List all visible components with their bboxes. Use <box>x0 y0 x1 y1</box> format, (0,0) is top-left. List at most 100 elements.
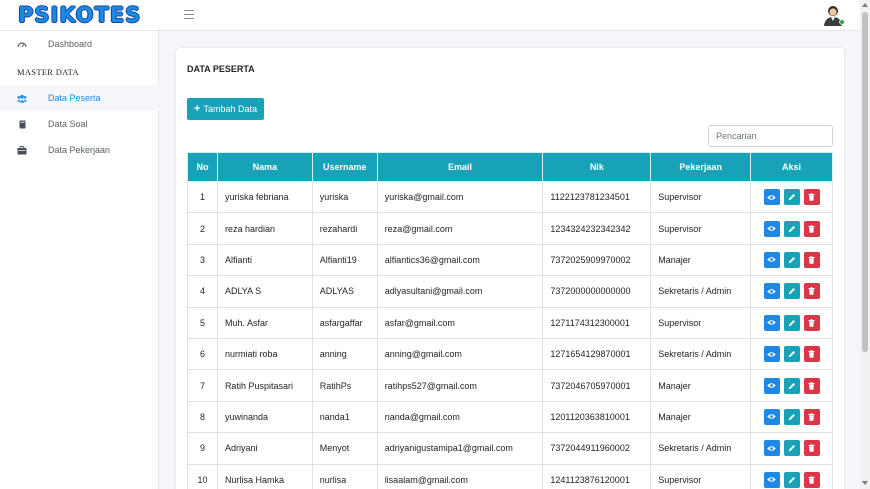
view-button[interactable] <box>763 440 780 457</box>
pencil-icon <box>788 193 796 201</box>
cell-nik: 7372025909970002 <box>542 243 652 277</box>
table-row[interactable]: 7 Ratih Puspitasari RatihPs ratihps527@gmai… <box>187 369 833 402</box>
scroll-down-icon[interactable] <box>862 481 868 485</box>
add-data-button[interactable]: + Tambah Data <box>187 98 264 120</box>
table-row[interactable]: 3 Alfianti Alfianti19 alfiantics36@gmail.co… <box>187 243 833 277</box>
column-header-no[interactable]: No <box>187 152 218 182</box>
pencil-icon <box>788 225 796 233</box>
cell-username: rezahardi <box>311 212 378 245</box>
table-row[interactable]: 2 reza hardian rezahardi reza@gmail.com 1234… <box>187 212 833 245</box>
sidebar-section-header: MASTER DATA <box>17 67 79 77</box>
sidebar-item-data-peserta[interactable]: Data Peserta <box>0 85 159 111</box>
delete-button[interactable] <box>803 440 820 457</box>
table-row[interactable]: 5 Muh. Asfar asfargaffar asfar@gmail.com 127… <box>187 306 833 339</box>
column-header-username[interactable]: Username <box>311 152 378 182</box>
delete-button[interactable] <box>803 283 820 300</box>
cell-pekerjaan: Manajer <box>650 369 752 402</box>
cell-nik: 7372044911960002 <box>542 432 652 465</box>
cell-email: anning@gmail.com <box>376 337 544 371</box>
brand-logo[interactable]: PSIKOTES <box>18 3 141 27</box>
edit-button[interactable] <box>783 408 800 425</box>
cell-pekerjaan: Sekretaris / Admin <box>650 275 752 308</box>
delete-button[interactable] <box>803 346 820 363</box>
delete-button[interactable] <box>803 408 820 425</box>
scroll-up-icon[interactable] <box>862 3 868 7</box>
table-row[interactable]: 9 Adriyani Menyot adriyanigustamipa1@gmail.… <box>187 432 833 465</box>
column-header-nama[interactable]: Nama <box>216 152 313 182</box>
delete-button[interactable] <box>803 251 820 268</box>
view-button[interactable] <box>763 408 780 425</box>
cell-aksi <box>750 337 833 371</box>
trash-icon <box>808 193 815 201</box>
cell-username: ADLYAS <box>311 275 378 308</box>
trash-icon <box>808 381 815 390</box>
cell-email: nanda@gmail.com <box>376 400 544 434</box>
action-buttons <box>758 377 825 394</box>
view-button[interactable] <box>763 471 780 488</box>
users-icon <box>17 93 27 103</box>
delete-button[interactable] <box>803 220 820 237</box>
page-scrollbar[interactable] <box>860 0 870 489</box>
view-button[interactable] <box>763 283 780 300</box>
cell-no: 10 <box>187 463 218 489</box>
action-buttons <box>758 251 825 268</box>
cell-pekerjaan: Manajer <box>650 243 752 277</box>
delete-button[interactable] <box>803 314 820 331</box>
view-button[interactable] <box>763 189 780 206</box>
sidebar-item-data-soal[interactable]: Data Soal <box>0 111 159 137</box>
sidebar-item-data-pekerjaan[interactable]: Data Pekerjaan <box>0 137 159 163</box>
delete-button[interactable] <box>803 471 820 488</box>
cell-username: nurlisa <box>311 463 378 489</box>
cell-pekerjaan: Supervisor <box>650 180 752 214</box>
delete-button[interactable] <box>803 377 820 394</box>
cell-pekerjaan: Sekretaris / Admin <box>650 337 752 371</box>
column-header-aksi: Aksi <box>750 152 833 182</box>
table-row[interactable]: 1 yuriska febriana yuriska yuriska@gmail.co… <box>187 180 833 214</box>
user-avatar[interactable] <box>822 3 846 27</box>
sidebar: Dashboard MASTER DATA Data Peserta Data … <box>0 31 159 489</box>
edit-button[interactable] <box>783 377 800 394</box>
view-button[interactable] <box>763 314 780 331</box>
eye-icon <box>767 445 776 452</box>
action-buttons <box>758 471 825 488</box>
cell-aksi <box>750 400 833 434</box>
cell-no: 9 <box>187 432 218 465</box>
scrollbar-thumb[interactable] <box>862 12 868 352</box>
cell-nik: 1241123876120001 <box>542 463 652 489</box>
action-buttons <box>758 189 825 206</box>
cell-username: nanda1 <box>311 400 378 434</box>
column-header-pekerjaan[interactable]: Pekerjaan <box>650 152 752 182</box>
eye-icon <box>767 351 776 358</box>
edit-button[interactable] <box>783 346 800 363</box>
search-input[interactable] <box>708 125 833 147</box>
column-header-email[interactable]: Email <box>376 152 544 182</box>
cell-username: RatihPs <box>311 369 378 402</box>
edit-button[interactable] <box>783 283 800 300</box>
edit-button[interactable] <box>783 220 800 237</box>
pencil-icon <box>788 350 796 358</box>
cell-nik: 1271174312300001 <box>542 306 652 339</box>
cell-no: 2 <box>187 212 218 245</box>
menu-toggle-icon[interactable] <box>184 10 194 19</box>
view-button[interactable] <box>763 346 780 363</box>
edit-button[interactable] <box>783 471 800 488</box>
delete-button[interactable] <box>803 189 820 206</box>
column-header-nik[interactable]: Nik <box>542 152 652 182</box>
trash-icon <box>808 224 815 233</box>
edit-button[interactable] <box>783 314 800 331</box>
cell-nama: Alfianti <box>216 243 313 277</box>
edit-button[interactable] <box>783 440 800 457</box>
view-button[interactable] <box>763 251 780 268</box>
view-button[interactable] <box>763 220 780 237</box>
edit-button[interactable] <box>783 251 800 268</box>
table-row[interactable]: 8 yuwinanda nanda1 nanda@gmail.com 120112036… <box>187 400 833 434</box>
add-data-label: Tambah Data <box>203 104 257 114</box>
table-row[interactable]: 10 Nurlisa Hamka nurlisa lisaalam@gmail.com… <box>187 463 833 489</box>
edit-button[interactable] <box>783 189 800 206</box>
briefcase-icon <box>17 145 27 155</box>
view-button[interactable] <box>763 377 780 394</box>
trash-icon <box>808 444 815 453</box>
sidebar-item-dashboard[interactable]: Dashboard <box>0 31 159 57</box>
table-row[interactable]: 6 nurmiati roba anning anning@gmail.com 1271… <box>187 337 833 371</box>
table-row[interactable]: 4 ADLYA S ADLYAS adlyasultani@gmail.com 7372… <box>187 275 833 308</box>
